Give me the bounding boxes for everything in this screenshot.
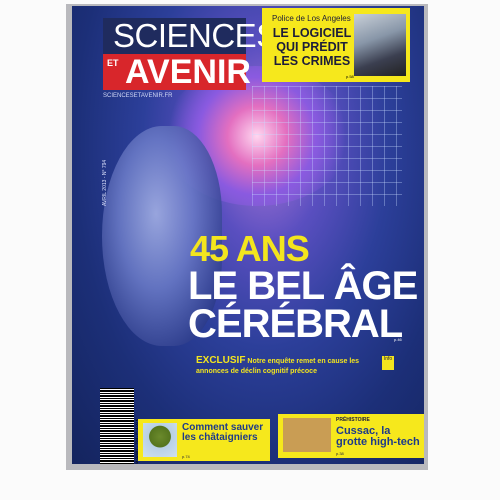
masthead-avenir-text: AVENIR (125, 53, 251, 91)
top-story-kicker: Police de Los Angeles (272, 14, 351, 23)
top-story-box: Police de Los Angeles LE LOGICIEL QUI PR… (262, 8, 410, 82)
partner-logo: Info (382, 356, 394, 370)
magazine-cover: SCIENCES ET AVENIR SCIENCESETAVENIR.FR P… (72, 6, 424, 464)
headline-line3: CÉRÉBRAL (188, 302, 403, 346)
issue-info: AVRIL 2013 - N° 794 (102, 159, 108, 206)
bottom-right-story: PRÉHISTOIRE Cussac, la grotte high-tech … (278, 414, 424, 458)
masthead-sciences: SCIENCES (103, 18, 278, 54)
bottom-left-title: Comment sauver les châtaigniers (182, 422, 264, 443)
grid-illustration (252, 86, 402, 206)
barcode (100, 388, 134, 464)
masthead-avenir: ET AVENIR (103, 54, 251, 90)
bottom-left-page: p.74 (182, 454, 190, 459)
tree-photo (143, 423, 177, 457)
masthead-et: ET (107, 58, 119, 68)
top-story-title: LE LOGICIEL QUI PRÉDIT LES CRIMES (272, 26, 352, 68)
top-story-photo (354, 14, 406, 76)
exclusive-label: EXCLUSIF (196, 355, 246, 366)
masthead-logo: SCIENCES ET AVENIR SCIENCESETAVENIR.FR (103, 18, 278, 99)
exclusive-blurb: EXCLUSIF Notre enquête remet en cause le… (196, 356, 376, 377)
masthead-url: SCIENCESETAVENIR.FR (103, 93, 173, 99)
headline-page: p.46 (394, 337, 402, 342)
bottom-left-story: Comment sauver les châtaigniers p.74 (138, 419, 270, 461)
bottom-right-page: p.38 (336, 451, 344, 456)
cave-photo (283, 418, 331, 452)
bottom-right-kicker: PRÉHISTOIRE (336, 417, 370, 423)
bottom-right-title: Cussac, la grotte high-tech (336, 425, 420, 448)
top-story-page: p.58 (346, 74, 354, 79)
